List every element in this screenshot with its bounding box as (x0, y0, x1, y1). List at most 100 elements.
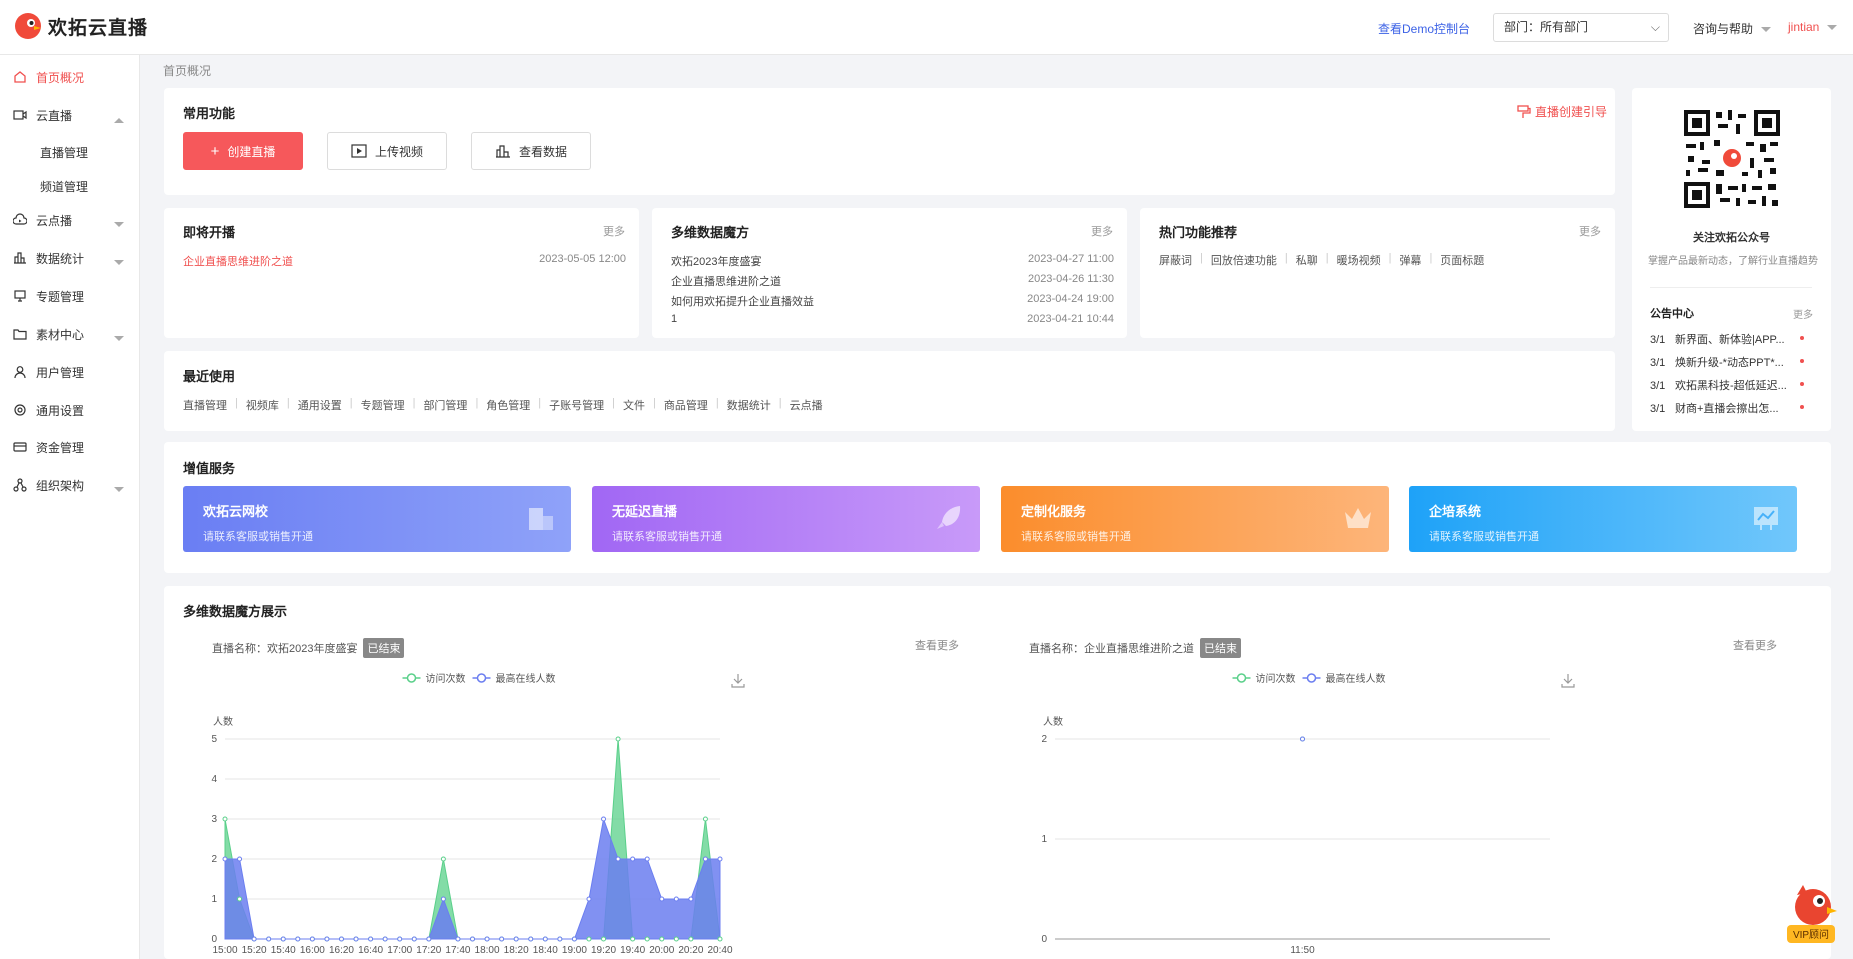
data-point (499, 936, 505, 942)
live-guide-link[interactable]: 直播创建引导 (1517, 103, 1607, 120)
brand-logo[interactable]: 欢拓云直播 (14, 12, 148, 40)
view-data-button[interactable]: 查看数据 (471, 132, 591, 170)
chart-live-name: 直播名称：企业直播思维进阶之道 已结束 (1029, 638, 1241, 658)
data-point (586, 896, 592, 902)
chart-view-more-link[interactable]: 查看更多 (1733, 637, 1777, 653)
sidebar-item-home[interactable]: 首页概况 (0, 57, 140, 97)
hot-feature-link[interactable]: 暖场视频 (1337, 252, 1381, 268)
sidebar-item-label: 首页概况 (36, 70, 85, 85)
y-tick-label: 1 (1041, 834, 1047, 845)
vip-advisor-button[interactable]: VIP顾问 (1783, 883, 1839, 945)
upcoming-item-name[interactable]: 企业直播思维进阶之道 (183, 253, 293, 269)
cloud-play-icon (12, 212, 28, 228)
recent-link[interactable]: 数据统计 (727, 397, 771, 413)
notice-item[interactable]: 3/1 新界面、新体验|APP... (1650, 331, 1824, 347)
demo-console-link[interactable]: 查看Demo控制台 (1378, 20, 1470, 37)
recent-link[interactable]: 文件 (623, 397, 645, 413)
chart-view-more-link[interactable]: 查看更多 (915, 637, 959, 653)
service-card-training[interactable]: 企培系统 请联系客服或销售开通 (1409, 486, 1797, 552)
recent-link[interactable]: 部门管理 (423, 397, 467, 413)
user-icon (12, 364, 28, 380)
live-name-value: 欢拓2023年度盛宴 (267, 643, 358, 655)
x-tick-label: 16:00 (300, 945, 325, 956)
hot-feature-link[interactable]: 弹幕 (1399, 252, 1421, 268)
chevron-down-icon (114, 331, 124, 345)
x-tick-label: 17:20 (416, 945, 441, 956)
hot-feature-link[interactable]: 屏蔽词 (1159, 252, 1192, 268)
sidebar-item-topic[interactable]: 专题管理 (0, 276, 140, 316)
magic-item-name[interactable]: 企业直播思维进阶之道 (671, 273, 781, 289)
magic-item-name[interactable]: 1 (671, 313, 677, 325)
sidebar-item-stats[interactable]: 数据统计 (0, 238, 140, 278)
sidebar-item-settings[interactable]: 通用设置 (0, 390, 140, 430)
service-card-low-latency[interactable]: 无延迟直播 请联系客服或销售开通 (592, 486, 980, 552)
recent-link[interactable]: 云点播 (790, 397, 823, 413)
help-menu[interactable]: 咨询与帮助 (1693, 20, 1772, 37)
divider: | (778, 397, 782, 409)
sidebar-item-label: 数据统计 (36, 251, 85, 266)
data-point (615, 736, 621, 742)
sidebar-item-users[interactable]: 用户管理 (0, 352, 140, 392)
data-point (688, 896, 694, 902)
recent-link[interactable]: 角色管理 (486, 397, 530, 413)
create-live-button[interactable]: + 创建直播 (183, 132, 303, 170)
upcoming-item-date: 2023-05-05 12:00 (539, 253, 626, 265)
live-name-prefix: 直播名称： (1029, 643, 1084, 655)
legend-label: 访问次数 (426, 672, 466, 685)
recent-link[interactable]: 专题管理 (361, 397, 405, 413)
hot-feature-link[interactable]: 页面标题 (1440, 252, 1484, 268)
y-tick-label: 5 (211, 734, 217, 745)
recent-link[interactable]: 直播管理 (183, 397, 227, 413)
data-point (397, 936, 403, 942)
rocket-icon (937, 506, 961, 529)
sidebar-item-live[interactable]: 云直播 (0, 95, 140, 135)
notice-more-link[interactable]: 更多 (1793, 306, 1813, 321)
recent-link[interactable]: 通用设置 (298, 397, 342, 413)
sidebar-item-label: 资金管理 (36, 440, 85, 455)
department-select[interactable]: 部门：所有部门 ⌵ (1493, 13, 1669, 42)
data-point (266, 936, 272, 942)
breadcrumb[interactable]: 首页概况 (163, 62, 211, 79)
data-point (571, 936, 577, 942)
sidebar-item-label: 云点播 (36, 213, 73, 228)
upcoming-more-link[interactable]: 更多 (603, 223, 625, 239)
y-tick-label: 0 (1041, 934, 1047, 945)
recent-link[interactable]: 子账号管理 (549, 397, 604, 413)
x-tick-label: 16:20 (329, 945, 354, 956)
sidebar-item-org[interactable]: 组织架构 (0, 465, 140, 505)
magic-more-link[interactable]: 更多 (1091, 223, 1113, 239)
hot-feature-link[interactable]: 私聊 (1296, 252, 1318, 268)
y-tick-label: 1 (211, 894, 217, 905)
sidebar-item-funds[interactable]: 资金管理 (0, 427, 140, 467)
divider: | (538, 397, 542, 409)
hot-features-list: 屏蔽词 | 回放倍速功能 | 私聊 | 暖场视频 | 弹幕 | 页面标题 (1159, 252, 1484, 268)
service-card-custom[interactable]: 定制化服务 请联系客服或销售开通 (1001, 486, 1389, 552)
notice-item[interactable]: 3/1 欢拓黑科技-超低延迟... (1650, 377, 1824, 393)
bar-chart-icon (495, 145, 510, 158)
sidebar-item-material[interactable]: 素材中心 (0, 314, 140, 354)
y-tick-label: 3 (211, 814, 217, 825)
data-point (717, 856, 723, 862)
service-card-school[interactable]: 欢拓云网校 请联系客服或销售开通 (183, 486, 571, 552)
data-point (557, 936, 563, 942)
magic-item-name[interactable]: 如何用欢拓提升企业直播效益 (671, 293, 814, 309)
download-icon[interactable] (731, 674, 745, 688)
x-tick-label: 20:00 (649, 945, 674, 956)
user-menu[interactable]: jintian (1788, 20, 1838, 34)
visit-online-chart: 0 1 2 人数 访问次数 最高在线人数 11:50 (1041, 672, 1575, 956)
chevron-up-icon (114, 112, 124, 126)
upload-video-button[interactable]: 上传视频 (327, 132, 447, 170)
notice-item[interactable]: 3/1 财商+直播会擦出怎... (1650, 400, 1824, 416)
divider: | (286, 397, 290, 409)
x-tick-label: 16:40 (358, 945, 383, 956)
hot-features-more-link[interactable]: 更多 (1579, 223, 1601, 239)
legend-label: 最高在线人数 (1326, 672, 1386, 685)
hot-feature-link[interactable]: 回放倍速功能 (1211, 252, 1277, 268)
download-icon[interactable] (1561, 674, 1575, 688)
sidebar-item-vod[interactable]: 云点播 (0, 200, 140, 240)
recent-link[interactable]: 商品管理 (664, 397, 708, 413)
notice-item[interactable]: 3/1 焕新升级-*动态PPT*... (1650, 354, 1824, 370)
magic-item-name[interactable]: 欢拓2023年度盛宴 (671, 253, 761, 269)
data-point (630, 856, 636, 862)
recent-link[interactable]: 视频库 (246, 397, 279, 413)
